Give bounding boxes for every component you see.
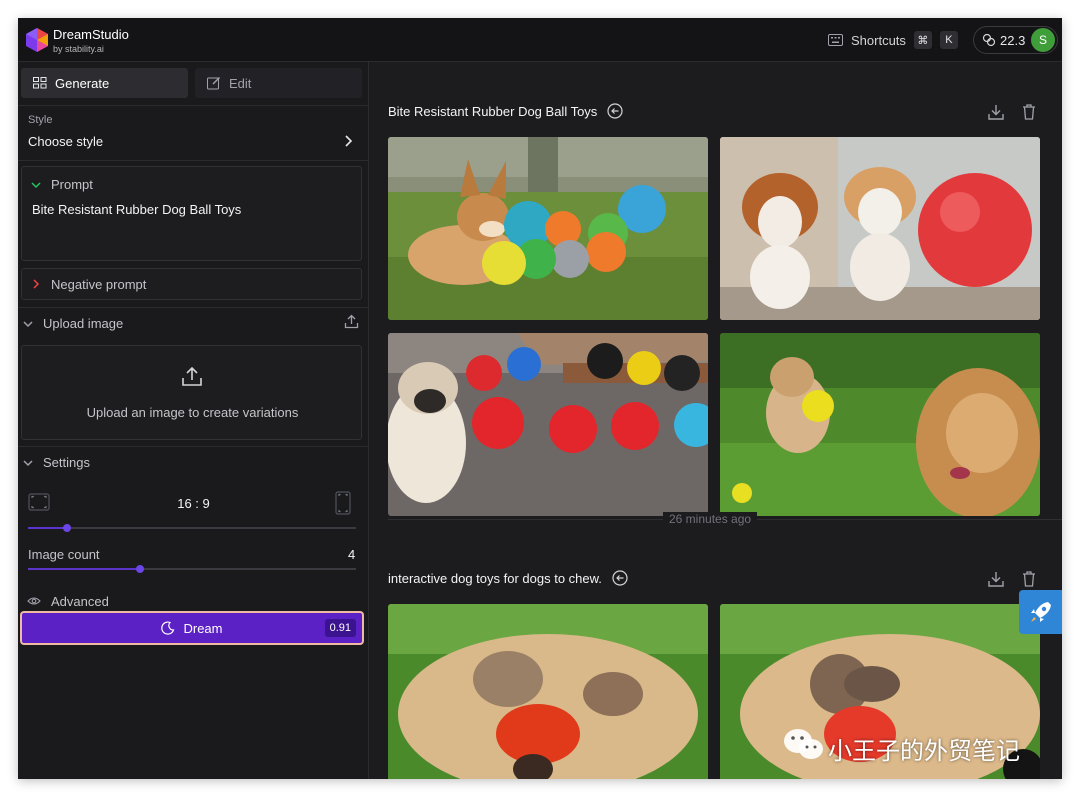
dream-button[interactable]: Dream 0.91	[20, 611, 364, 645]
prompt-input[interactable]: Bite Resistant Rubber Dog Ball Toys	[32, 202, 241, 217]
dog-with-balls-image	[388, 137, 708, 320]
style-label: Style	[28, 114, 53, 126]
reuse-prompt-icon[interactable]	[612, 570, 628, 586]
image-count-value: 4	[348, 547, 356, 562]
dreamstudio-logo-icon	[26, 28, 48, 52]
keyboard-icon	[828, 34, 843, 46]
top-bar: DreamStudio by stability.ai Shortcuts ⌘ …	[18, 18, 1062, 62]
result-group-title: Bite Resistant Rubber Dog Ball Toys	[388, 103, 623, 119]
dogs-yellow-ball-image	[720, 333, 1040, 516]
result-prompt-text: Bite Resistant Rubber Dog Ball Toys	[388, 103, 598, 119]
moon-icon	[161, 621, 175, 635]
aspect-ratio-slider-handle[interactable]	[63, 524, 71, 532]
kbd-command: ⌘	[913, 31, 932, 49]
image-count-slider-handle[interactable]	[136, 565, 144, 573]
image-count-slider[interactable]	[28, 565, 356, 573]
upload-label: Upload image	[43, 316, 124, 331]
generated-image[interactable]	[720, 137, 1040, 320]
portrait-frame-icon[interactable]	[335, 491, 351, 515]
chevron-right-icon	[33, 279, 40, 289]
results-panel: Bite Resistant Rubber Dog Ball Toys 26 m…	[369, 62, 1062, 779]
prompt-label: Prompt	[51, 177, 93, 192]
trash-icon[interactable]	[1020, 570, 1038, 588]
coins-icon	[982, 33, 996, 47]
reuse-prompt-icon[interactable]	[607, 103, 623, 119]
upload-dropzone[interactable]: Upload an image to create variations	[21, 345, 362, 440]
pug-with-balls-image	[388, 333, 708, 516]
grid-icon	[33, 77, 47, 89]
app-name: DreamStudio	[53, 27, 129, 42]
left-panel: Generate Edit Style Choose style Prompt	[18, 62, 369, 779]
puppies-red-ball-image	[720, 137, 1040, 320]
shortcuts-label: Shortcuts	[851, 32, 906, 48]
credits-button[interactable]: 22.3 S	[973, 26, 1058, 54]
generated-image[interactable]	[388, 137, 708, 320]
upload-icon	[182, 366, 202, 386]
divider	[18, 105, 369, 106]
eye-icon	[27, 597, 41, 605]
tab-edit-label: Edit	[229, 75, 252, 91]
credits-value: 22.3	[1000, 32, 1026, 48]
watermark-text: 小王子的外贸笔记	[828, 738, 1020, 765]
tab-edit[interactable]: Edit	[195, 68, 362, 98]
shortcuts-button[interactable]: Shortcuts ⌘ K	[828, 30, 958, 50]
tab-generate-label: Generate	[55, 75, 110, 91]
generated-image[interactable]	[720, 333, 1040, 516]
kbd-k: K	[939, 31, 958, 49]
app-window: DreamStudio by stability.ai Shortcuts ⌘ …	[18, 18, 1062, 779]
edit-icon	[207, 77, 220, 90]
chevron-right-icon	[345, 135, 353, 147]
settings-label: Settings	[43, 455, 90, 470]
rocket-launch-button[interactable]	[1019, 590, 1062, 634]
upload-icon[interactable]	[344, 314, 359, 329]
image-count-slider-fill	[28, 568, 140, 570]
rocket-icon	[1031, 602, 1051, 622]
divider	[18, 160, 369, 161]
upload-hint: Upload an image to create variations	[86, 405, 299, 420]
wechat-icon	[784, 729, 823, 759]
style-value: Choose style	[28, 134, 104, 149]
timestamp: 26 minutes ago	[663, 512, 758, 526]
aspect-ratio-slider[interactable]	[28, 524, 356, 532]
download-icon[interactable]	[987, 570, 1005, 588]
prompt-box[interactable]: Prompt Bite Resistant Rubber Dog Ball To…	[21, 166, 362, 261]
generated-image[interactable]	[388, 604, 708, 779]
divider	[18, 307, 369, 308]
chevron-down-icon	[31, 182, 41, 189]
image-count-label: Image count	[28, 547, 100, 562]
result-group-title: interactive dog toys for dogs to chew.	[388, 570, 628, 586]
negative-prompt-toggle[interactable]: Negative prompt	[21, 268, 362, 300]
negative-prompt-label: Negative prompt	[51, 277, 147, 292]
divider	[18, 446, 369, 447]
app-byline: by stability.ai	[53, 44, 104, 54]
avatar[interactable]: S	[1031, 28, 1055, 52]
tab-generate[interactable]: Generate	[21, 68, 188, 98]
chevron-down-icon	[23, 460, 33, 467]
dog-chewing-toy-image	[388, 604, 708, 779]
dream-cost-badge: 0.91	[324, 619, 356, 637]
dream-label: Dream	[183, 620, 223, 636]
advanced-label: Advanced	[51, 594, 109, 609]
aspect-ratio-slider-fill	[28, 527, 67, 529]
result-prompt-text: interactive dog toys for dogs to chew.	[388, 570, 602, 586]
trash-icon[interactable]	[1020, 103, 1038, 121]
chevron-down-icon	[23, 321, 33, 328]
aspect-ratio-value: 16 : 9	[177, 496, 210, 511]
download-icon[interactable]	[987, 103, 1005, 121]
generated-image[interactable]	[388, 333, 708, 516]
